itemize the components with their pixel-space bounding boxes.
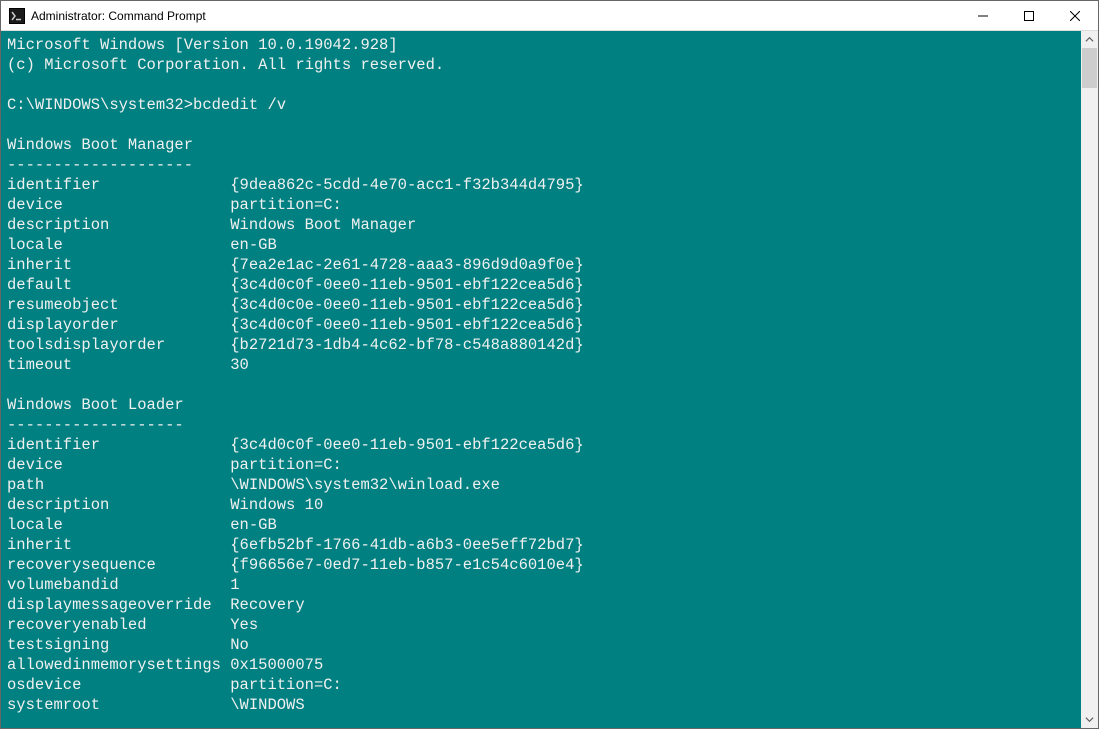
vertical-scrollbar[interactable] [1081,31,1098,728]
minimize-button[interactable] [960,1,1006,30]
window-title: Administrator: Command Prompt [31,9,960,23]
window-titlebar: Administrator: Command Prompt [1,1,1098,31]
terminal-area: Microsoft Windows [Version 10.0.19042.92… [1,31,1098,728]
terminal-output[interactable]: Microsoft Windows [Version 10.0.19042.92… [1,31,1081,728]
close-button[interactable] [1052,1,1098,30]
scroll-thumb[interactable] [1082,48,1097,88]
window-controls [960,1,1098,30]
scroll-up-arrow-icon[interactable] [1081,31,1098,48]
cmd-icon [9,8,25,24]
scroll-down-arrow-icon[interactable] [1081,711,1098,728]
maximize-button[interactable] [1006,1,1052,30]
